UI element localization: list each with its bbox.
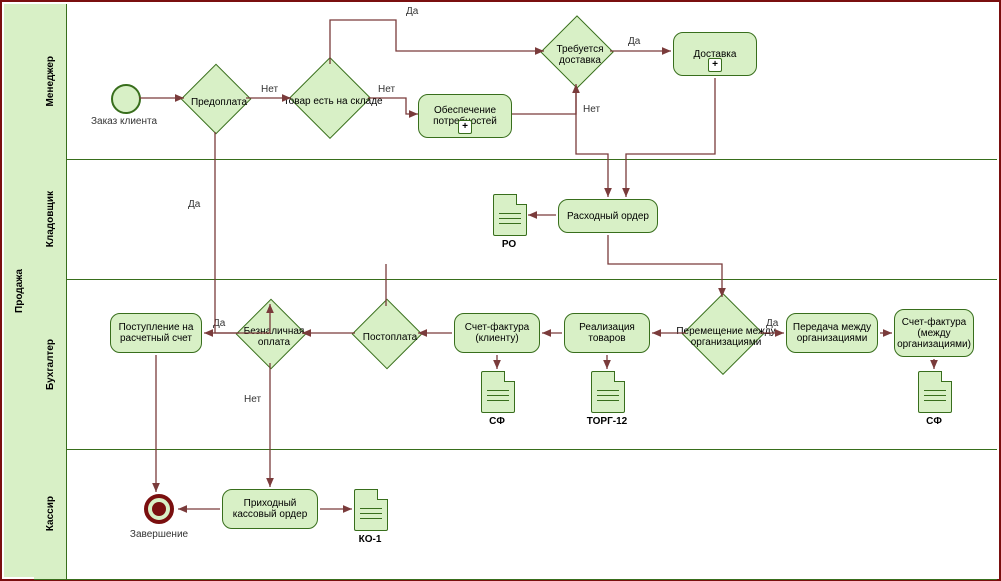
gateway-interorg	[682, 293, 764, 375]
gateway-cashless	[236, 299, 307, 370]
task-transfer: Передача между организациями	[786, 313, 878, 353]
bpmn-diagram: Продажа Менеджер Заказ клиента Предоплат…	[0, 0, 1001, 581]
task-ro: Расходный ордер	[558, 199, 658, 233]
end-event	[144, 494, 174, 524]
flows-lane4	[66, 449, 997, 579]
flows-lane2	[66, 159, 997, 279]
lane-body: Поступление на расчетный счет Безналична…	[66, 279, 997, 449]
task-sf-client: Счет-фактура (клиенту)	[454, 313, 540, 353]
lane-cashier: Кассир Завершение Приходный кассовый орд…	[34, 449, 997, 580]
doc-ro	[493, 194, 527, 236]
lane-body: Расходный ордер РО	[66, 159, 997, 279]
lane-storekeeper: Кладовщик Расходный ордер РО	[34, 159, 997, 280]
pool-title: Продажа	[4, 4, 35, 577]
lane-body: Завершение Приходный кассовый ордер КО-1	[66, 449, 997, 579]
end-caption: Завершение	[126, 529, 192, 540]
gateway-stock	[289, 57, 371, 139]
task-supply: Обеспечение потребностей +	[418, 94, 512, 138]
doc-ko	[354, 489, 388, 531]
doc-torg	[591, 371, 625, 413]
pool-title-text: Продажа	[14, 269, 25, 313]
gateway-delivery	[540, 15, 614, 89]
gateway-prepay	[181, 64, 252, 135]
lane-title: Кладовщик	[34, 159, 67, 279]
lane-title: Бухгалтер	[34, 279, 67, 449]
plus-icon: +	[708, 58, 722, 72]
start-event	[111, 84, 141, 114]
start-caption: Заказ клиента	[88, 116, 160, 127]
lane-manager: Менеджер Заказ клиента Предоплата Товар …	[34, 4, 997, 160]
task-pko: Приходный кассовый ордер	[222, 489, 318, 529]
task-sf-org: Счет-фактура (между организациями)	[894, 309, 974, 357]
task-delivery: Доставка +	[673, 32, 757, 76]
doc-sf1	[481, 371, 515, 413]
lane-body: Заказ клиента Предоплата Товар есть на с…	[66, 4, 997, 159]
plus-icon: +	[458, 120, 472, 134]
task-bank: Поступление на расчетный счет	[110, 313, 202, 353]
lane-accountant: Бухгалтер Поступление на расчетный счет …	[34, 279, 997, 450]
lanes-container: Менеджер Заказ клиента Предоплата Товар …	[34, 4, 997, 577]
flows-lane3	[66, 279, 997, 449]
doc-sf2	[918, 371, 952, 413]
gateway-postpay	[352, 299, 423, 370]
task-realization: Реализация товаров	[564, 313, 650, 353]
lane-title: Кассир	[34, 449, 67, 579]
lane-title: Менеджер	[34, 4, 67, 159]
